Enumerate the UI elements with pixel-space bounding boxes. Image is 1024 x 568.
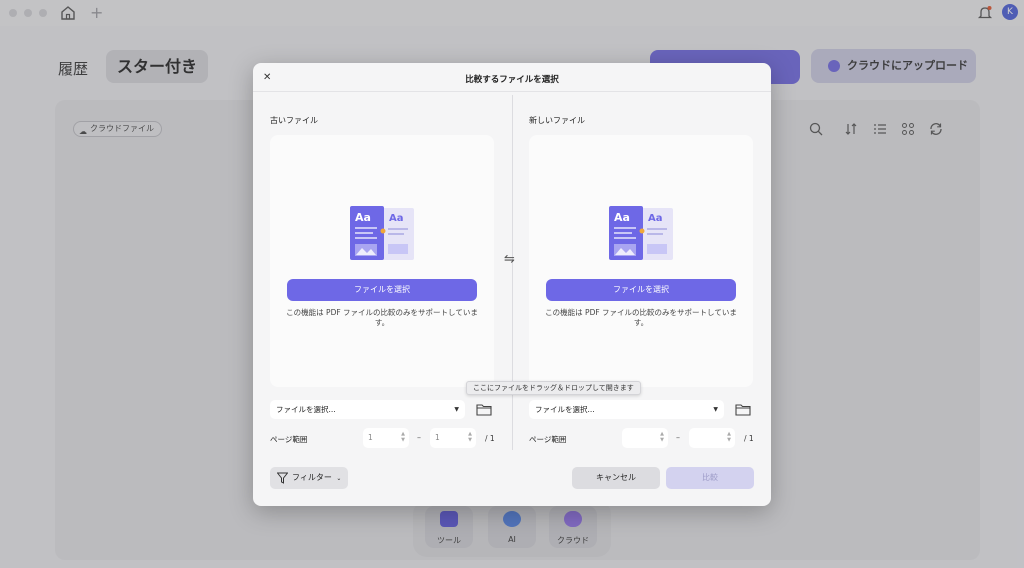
new-page-total: / 1: [744, 434, 754, 443]
old-file-select-button[interactable]: ファイルを選択: [287, 279, 477, 301]
filter-button[interactable]: フィルター ⌄: [270, 467, 348, 489]
swap-files-icon[interactable]: ⇋: [504, 252, 515, 267]
old-file-support-note: この機能は PDF ファイルの比較のみをサポートしています。: [286, 308, 478, 327]
stepper-icon[interactable]: ▲ ▼: [727, 431, 731, 443]
stepper-icon[interactable]: ▲ ▼: [468, 431, 472, 443]
new-file-dropdown[interactable]: ファイルを選択... ▼: [529, 400, 724, 419]
dialog-title: 比較するファイルを選択: [465, 75, 559, 85]
range-dash: –: [676, 433, 680, 442]
old-file-dropdown[interactable]: ファイルを選択... ▼: [270, 400, 465, 419]
old-file-dropdown-value: ファイルを選択...: [276, 405, 336, 414]
chevron-down-icon: ⌄: [336, 475, 342, 482]
svg-text:Aa: Aa: [355, 211, 371, 224]
compare-files-dialog: ✕ 比較するファイルを選択 ⇋ 古いファイル Aa Aa ファイルを選択 この機…: [253, 63, 771, 506]
new-file-drop-zone[interactable]: Aa Aa ファイルを選択 この機能は PDF ファイルの比較のみをサポートして…: [529, 135, 753, 387]
folder-icon[interactable]: [476, 403, 492, 416]
svg-text:Aa: Aa: [648, 213, 663, 224]
stepper-icon[interactable]: ▲ ▼: [660, 431, 664, 443]
old-page-range-label: ページ範囲: [270, 435, 308, 444]
new-file-select-button[interactable]: ファイルを選択: [546, 279, 736, 301]
svg-text:Aa: Aa: [614, 211, 630, 224]
svg-text:Aa: Aa: [389, 213, 404, 224]
old-page-total: / 1: [485, 434, 495, 443]
old-file-drop-zone[interactable]: Aa Aa ファイルを選択 この機能は PDF ファイルの比較のみをサポートして…: [270, 135, 494, 387]
document-compare-icon: Aa Aa: [609, 206, 673, 260]
divider: [253, 91, 771, 92]
stepper-icon[interactable]: ▲ ▼: [401, 431, 405, 443]
new-file-label: 新しいファイル: [529, 116, 585, 125]
chevron-down-icon: ▼: [454, 406, 459, 413]
new-page-from-input[interactable]: ▲ ▼: [622, 428, 668, 448]
old-page-from-input[interactable]: 1 ▲ ▼: [363, 428, 409, 448]
chevron-down-icon: ▼: [713, 406, 718, 413]
filter-icon: [277, 472, 288, 484]
old-file-label: 古いファイル: [270, 116, 318, 125]
compare-button[interactable]: 比較: [666, 467, 754, 489]
new-file-dropdown-value: ファイルを選択...: [535, 405, 595, 414]
folder-icon[interactable]: [735, 403, 751, 416]
new-page-range-label: ページ範囲: [529, 435, 567, 444]
old-page-to-input[interactable]: 1 ▲ ▼: [430, 428, 476, 448]
range-dash: –: [417, 433, 421, 442]
old-page-to-value: 1: [435, 433, 440, 442]
column-divider: [512, 95, 513, 450]
new-page-to-input[interactable]: ▲ ▼: [689, 428, 735, 448]
drag-drop-tooltip: ここにファイルをドラッグ＆ドロップして開きます: [466, 381, 641, 395]
filter-label: フィルター: [292, 473, 332, 482]
old-page-from-value: 1: [368, 433, 373, 442]
document-compare-icon: Aa Aa: [350, 206, 414, 260]
cancel-button[interactable]: キャンセル: [572, 467, 660, 489]
new-file-support-note: この機能は PDF ファイルの比較のみをサポートしています。: [545, 308, 737, 327]
